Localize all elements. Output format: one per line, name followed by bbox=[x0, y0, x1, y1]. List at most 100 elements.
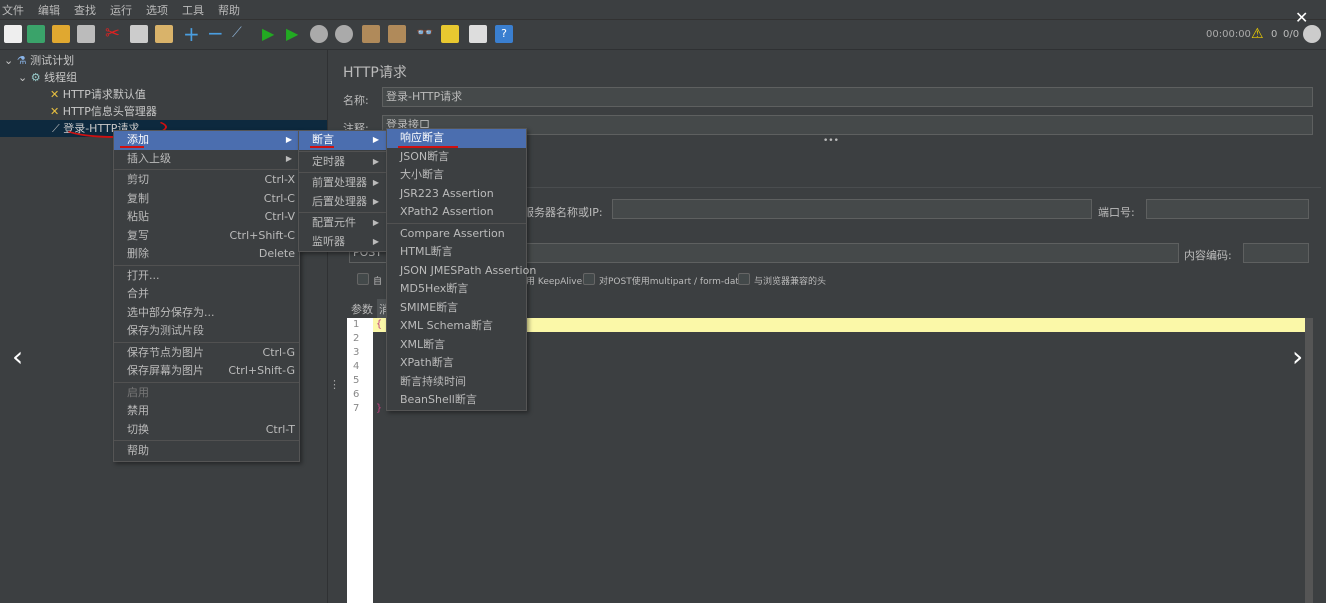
menu-item[interactable]: MD5Hex断言 bbox=[387, 280, 526, 299]
menu-item-label: 断言 bbox=[312, 133, 334, 146]
name-field[interactable]: 登录-HTTP请求 bbox=[382, 87, 1313, 107]
menu-item[interactable]: HTML断言 bbox=[387, 243, 526, 262]
new-icon[interactable] bbox=[4, 25, 22, 43]
start-icon[interactable]: ▶ bbox=[262, 25, 280, 43]
reset-search-icon[interactable] bbox=[441, 25, 459, 43]
stop-icon[interactable] bbox=[310, 25, 328, 43]
menu-item-label: 定时器 bbox=[312, 154, 345, 168]
menu-item-label: 配置元件 bbox=[312, 216, 356, 229]
menu-item[interactable]: 选项 bbox=[146, 2, 168, 18]
warning-icon[interactable]: ⚠ bbox=[1251, 26, 1264, 42]
menu-separator bbox=[387, 222, 526, 224]
menu-item[interactable]: BeanShell断言 bbox=[387, 391, 526, 410]
port-field[interactable] bbox=[1146, 199, 1309, 219]
search-icon[interactable]: 👓 bbox=[416, 25, 434, 43]
menu-item-label: JSON断言 bbox=[400, 149, 450, 163]
menu-item[interactable]: 切换 Ctrl-T bbox=[114, 421, 299, 440]
menu-item[interactable]: 配置元件 ▶ bbox=[299, 214, 386, 233]
menu-item[interactable]: 文件 bbox=[2, 2, 24, 18]
tree-node-thread-group[interactable]: ⌄ ⚙ 线程组 bbox=[18, 69, 77, 86]
menu-item-label: MD5Hex断言 bbox=[400, 282, 469, 295]
editor-scrollbar[interactable] bbox=[1305, 318, 1313, 603]
auto-redirect-checkbox[interactable] bbox=[357, 273, 369, 285]
menu-item[interactable]: 启用 bbox=[114, 384, 299, 403]
expand-icon[interactable]: + bbox=[183, 24, 201, 44]
collapse-icon[interactable]: − bbox=[207, 23, 225, 43]
previous-arrow-icon[interactable]: ‹ bbox=[12, 340, 23, 373]
shutdown-icon[interactable] bbox=[335, 25, 353, 43]
menu-item[interactable]: 剪切 Ctrl-X bbox=[114, 171, 299, 190]
menu-item[interactable]: 删除 Delete bbox=[114, 245, 299, 264]
tree-node-test-plan[interactable]: ⌄ ⚗ 测试计划 bbox=[4, 52, 74, 69]
menu-item[interactable]: JSR223 Assertion bbox=[387, 185, 526, 204]
menu-item[interactable]: 后置处理器 ▶ bbox=[299, 193, 386, 212]
templates-icon[interactable] bbox=[27, 25, 45, 43]
menu-item[interactable]: SMIME断言 bbox=[387, 299, 526, 318]
chevron-right-icon: ▶ bbox=[285, 135, 292, 144]
clear-icon[interactable] bbox=[362, 25, 380, 43]
menu-item[interactable]: 保存为测试片段 bbox=[114, 322, 299, 341]
menu-item[interactable]: 合并 bbox=[114, 285, 299, 304]
start-no-pause-icon[interactable]: ▶ bbox=[286, 25, 304, 43]
next-arrow-icon[interactable]: › bbox=[1292, 340, 1303, 373]
menu-item[interactable]: Compare Assertion bbox=[387, 225, 526, 244]
menu-item[interactable]: XPath断言 bbox=[387, 354, 526, 373]
menu-item[interactable]: 打开... bbox=[114, 267, 299, 286]
menu-item[interactable]: 帮助 bbox=[114, 442, 299, 461]
multipart-checkbox[interactable] bbox=[583, 273, 595, 285]
remote-icon[interactable] bbox=[1303, 25, 1321, 43]
menu-item-label: JSON JMESPath Assertion bbox=[400, 263, 537, 277]
help-icon[interactable]: ? bbox=[495, 25, 513, 43]
menu-item[interactable]: 运行 bbox=[110, 2, 132, 18]
menu-item[interactable]: 插入上级 ▶ bbox=[114, 150, 299, 169]
menu-item[interactable]: 保存节点为图片 Ctrl-G bbox=[114, 344, 299, 363]
menu-item[interactable]: 选中部分保存为... bbox=[114, 304, 299, 323]
server-label: 服务器名称或IP: bbox=[523, 206, 603, 219]
menu-item[interactable]: XPath2 Assertion bbox=[387, 203, 526, 222]
menu-item[interactable]: 断言持续时间 bbox=[387, 373, 526, 392]
tree-node-http-defaults[interactable]: ✕ HTTP请求默认值 bbox=[50, 86, 146, 103]
menu-item[interactable]: 响应断言 bbox=[387, 129, 526, 148]
menu-item[interactable]: 大小断言 bbox=[387, 166, 526, 185]
annotation-underline bbox=[120, 146, 144, 148]
menu-item-label: 保存节点为图片 bbox=[127, 345, 204, 359]
wrench-icon: ✕ bbox=[50, 105, 60, 118]
menu-item[interactable]: 保存屏幕为图片 Ctrl+Shift-G bbox=[114, 362, 299, 381]
menu-item[interactable]: 前置处理器 ▶ bbox=[299, 174, 386, 193]
menu-item[interactable]: JSON JMESPath Assertion bbox=[387, 262, 536, 281]
thread-count: 0/0 bbox=[1283, 29, 1300, 40]
menu-item[interactable]: 粘贴 Ctrl-V bbox=[114, 208, 299, 227]
menu-item-label: 粘贴 bbox=[127, 210, 149, 223]
menu-item[interactable]: 监听器 ▶ bbox=[299, 233, 386, 252]
cut-icon[interactable]: ✂ bbox=[105, 25, 123, 43]
menu-item[interactable]: 复写 Ctrl+Shift-C bbox=[114, 227, 299, 246]
menu-item[interactable]: JSON断言 bbox=[387, 148, 526, 167]
function-helper-icon[interactable] bbox=[469, 25, 487, 43]
browser-headers-checkbox[interactable] bbox=[738, 273, 750, 285]
menu-item[interactable]: 定时器 ▶ bbox=[299, 153, 386, 172]
server-field[interactable] bbox=[612, 199, 1092, 219]
menu-item[interactable]: XML Schema断言 bbox=[387, 317, 526, 336]
menu-item[interactable]: 帮助 bbox=[218, 2, 240, 18]
collapse-handle[interactable]: ••• bbox=[823, 136, 839, 146]
annotation-underline bbox=[310, 146, 334, 148]
menu-item[interactable]: 查找 bbox=[74, 2, 96, 18]
paste-icon[interactable] bbox=[155, 25, 173, 43]
copy-icon[interactable] bbox=[130, 25, 148, 43]
path-field[interactable]: -boot/sys/login bbox=[433, 243, 1179, 263]
encoding-field[interactable] bbox=[1243, 243, 1309, 263]
menu-item[interactable]: 编辑 bbox=[38, 2, 60, 18]
save-icon[interactable] bbox=[77, 25, 95, 43]
tree-label: 测试计划 bbox=[30, 54, 75, 67]
clear-all-icon[interactable] bbox=[388, 25, 406, 43]
menu-item-label: 选中部分保存为... bbox=[127, 305, 215, 319]
menu-item[interactable]: 禁用 bbox=[114, 402, 299, 421]
toggle-icon[interactable]: ⟋ bbox=[232, 25, 250, 43]
menu-item-label: 断言持续时间 bbox=[400, 374, 466, 388]
open-icon[interactable] bbox=[52, 25, 70, 43]
menu-item[interactable]: 复制 Ctrl-C bbox=[114, 190, 299, 209]
tab-parameters[interactable]: 参数 bbox=[351, 301, 373, 317]
close-icon[interactable]: ✕ bbox=[1295, 8, 1308, 27]
menu-item[interactable]: XML断言 bbox=[387, 336, 526, 355]
menu-item[interactable]: 工具 bbox=[182, 2, 204, 18]
